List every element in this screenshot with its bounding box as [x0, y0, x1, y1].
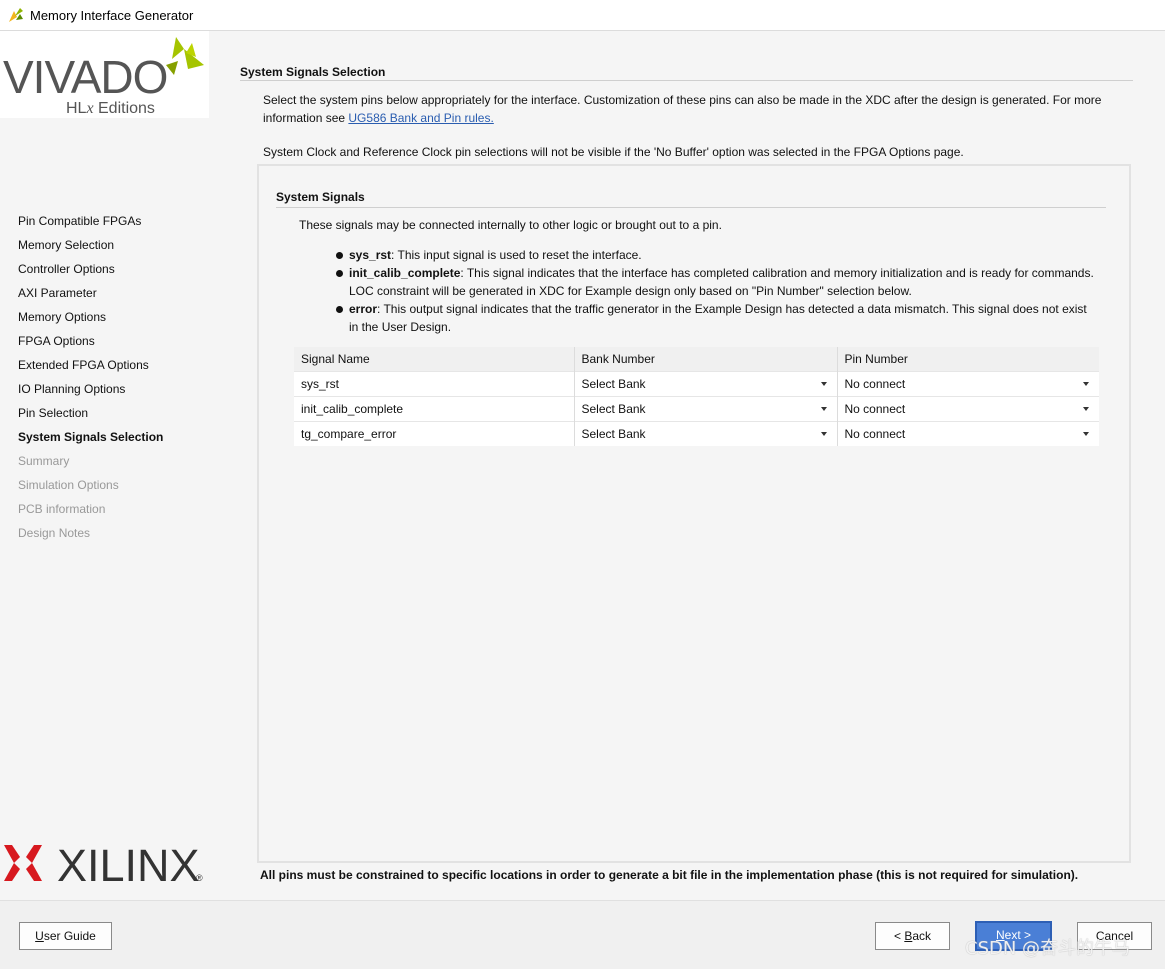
- chevron-down-icon: [820, 406, 827, 411]
- sidebar-item-extended-fpga-options[interactable]: Extended FPGA Options: [18, 353, 163, 377]
- panel-divider: [276, 207, 1106, 208]
- sidebar-item-summary: Summary: [18, 454, 70, 468]
- bank-number-select[interactable]: Select Bank: [574, 370, 838, 396]
- sidebar-item-axi-parameter[interactable]: AXI Parameter: [18, 281, 163, 305]
- csdn-watermark: CSDN @奋斗的牛马: [965, 938, 1131, 959]
- title-bar: Memory Interface Generator: [0, 0, 1165, 31]
- table-row: sys_rst Select Bank No connect: [294, 370, 1099, 396]
- vivado-logo: VIVADO HLx Editions: [0, 31, 209, 118]
- signal-descriptions: sys_rst: This input signal is used to re…: [336, 246, 1096, 336]
- signal-name-cell: tg_compare_error: [294, 420, 575, 446]
- sidebar-item-simulation-options: Simulation Options: [18, 478, 119, 492]
- table-row: tg_compare_error Select Bank No connect: [294, 420, 1099, 446]
- chevron-down-icon: [1083, 381, 1089, 386]
- ug586-link[interactable]: UG586 Bank and Pin rules.: [348, 111, 493, 125]
- bank-number-select[interactable]: Select Bank: [574, 420, 838, 446]
- list-item: error: This output signal indicates that…: [336, 300, 1096, 336]
- system-signals-panel: System Signals These signals may be conn…: [257, 164, 1131, 863]
- window-title: Memory Interface Generator: [30, 7, 194, 23]
- chevron-down-icon: [820, 431, 827, 436]
- column-header-bank-number[interactable]: Bank Number: [574, 347, 838, 371]
- title-divider: [240, 80, 1133, 81]
- pin-number-select[interactable]: No connect: [837, 420, 1099, 446]
- table-row: init_calib_complete Select Bank No conne…: [294, 395, 1099, 421]
- sidebar-item-pin-selection[interactable]: Pin Selection: [18, 401, 163, 425]
- pin-number-select[interactable]: No connect: [837, 395, 1099, 421]
- chevron-down-icon: [1083, 431, 1089, 436]
- signals-table: Signal Name Bank Number Pin Number sys_r…: [294, 347, 1099, 446]
- signal-name-cell: sys_rst: [294, 370, 575, 396]
- back-button[interactable]: < Back: [875, 922, 950, 950]
- sidebar-item-memory-selection[interactable]: Memory Selection: [18, 233, 163, 257]
- registered-mark: ®: [196, 873, 203, 883]
- column-header-pin-number[interactable]: Pin Number: [837, 347, 1099, 371]
- vivado-leaf-icon: [166, 37, 204, 75]
- sidebar-item-fpga-options[interactable]: FPGA Options: [18, 329, 163, 353]
- column-header-signal-name[interactable]: Signal Name: [294, 347, 575, 371]
- sidebar-item-controller-options[interactable]: Controller Options: [18, 257, 163, 281]
- hlx-editions-label: HLx Editions: [66, 100, 155, 117]
- list-item: init_calib_complete: This signal indicat…: [336, 264, 1096, 300]
- sidebar-item-io-planning-options[interactable]: IO Planning Options: [18, 377, 163, 401]
- constraint-footnote: All pins must be constrained to specific…: [260, 868, 1079, 882]
- sidebar: VIVADO HLx Editions Pin Compatible FPGAs…: [0, 31, 209, 900]
- chevron-down-icon: [1083, 406, 1089, 411]
- intro-paragraph: Select the system pins below appropriate…: [263, 93, 1102, 125]
- sidebar-item-memory-options[interactable]: Memory Options: [18, 305, 163, 329]
- sidebar-item-pcb-information: PCB information: [18, 502, 106, 516]
- pin-number-select[interactable]: No connect: [837, 370, 1099, 396]
- clock-note: System Clock and Reference Clock pin sel…: [263, 145, 964, 159]
- main-content: System Signals Selection Select the syst…: [209, 31, 1165, 900]
- wizard-step-list: Pin Compatible FPGAs Memory Selection Co…: [18, 209, 163, 545]
- sidebar-item-design-notes: Design Notes: [18, 526, 91, 540]
- panel-intro: These signals may be connected internall…: [299, 218, 722, 232]
- vivado-wordmark: VIVADO: [3, 51, 168, 103]
- panel-title: System Signals: [276, 190, 365, 204]
- list-item: sys_rst: This input signal is used to re…: [336, 246, 1096, 264]
- user-guide-button[interactable]: User Guide: [19, 922, 112, 950]
- bank-number-select[interactable]: Select Bank: [574, 395, 838, 421]
- page-title: System Signals Selection: [240, 65, 386, 79]
- xilinx-logo: XILINX ®: [4, 839, 209, 891]
- chevron-down-icon: [820, 381, 827, 386]
- sidebar-item-pin-compatible-fpgas[interactable]: Pin Compatible FPGAs: [18, 209, 163, 233]
- table-header-row: Signal Name Bank Number Pin Number: [294, 347, 1099, 371]
- vivado-app-icon: [8, 7, 24, 23]
- xilinx-wordmark: XILINX: [57, 840, 200, 891]
- xilinx-x-icon: [4, 845, 42, 881]
- sidebar-item-system-signals-selection[interactable]: System Signals Selection: [18, 425, 163, 449]
- signal-name-cell: init_calib_complete: [294, 395, 575, 421]
